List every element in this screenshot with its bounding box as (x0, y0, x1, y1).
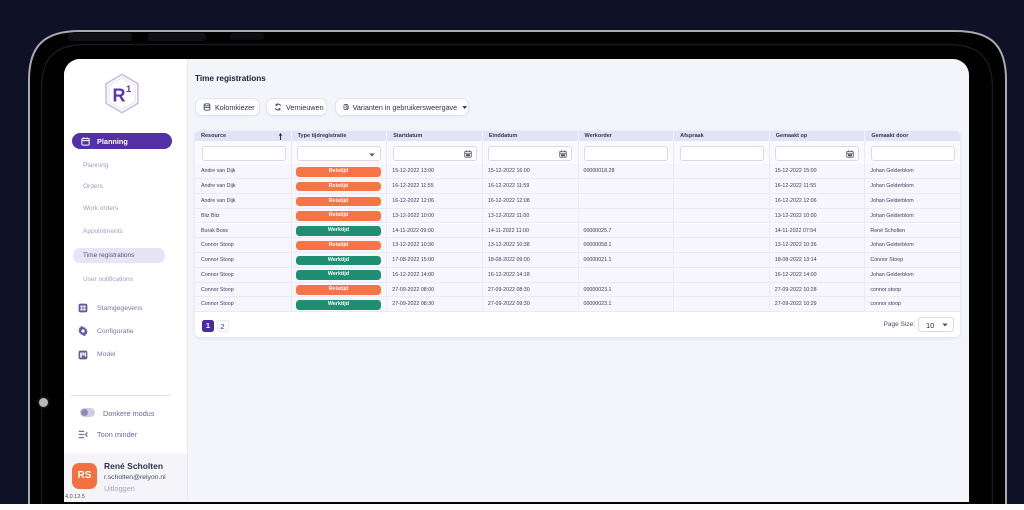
svg-text:R: R (113, 86, 126, 106)
svg-text:1: 1 (126, 84, 132, 95)
